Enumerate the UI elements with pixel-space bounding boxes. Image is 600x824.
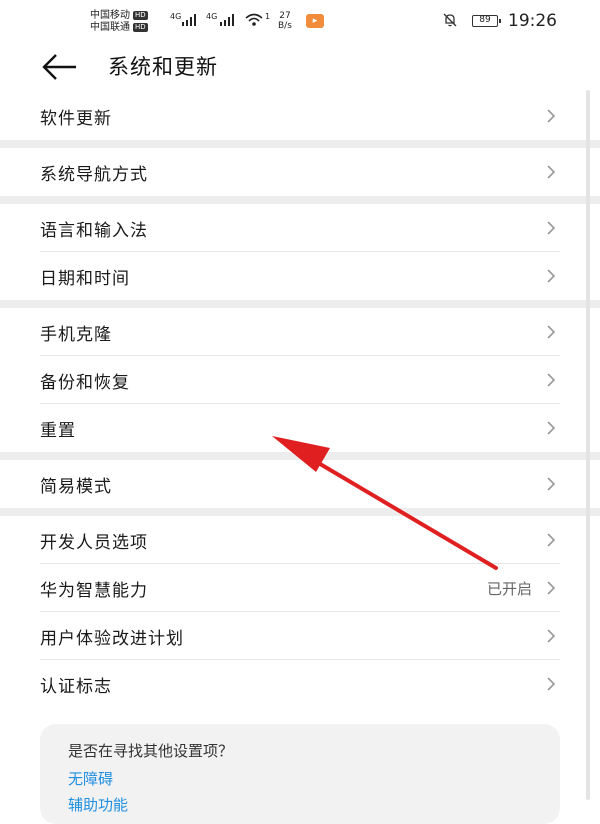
chevron-right-icon (547, 109, 556, 123)
wifi-subscript: 1 (265, 12, 271, 21)
group-backup: 手机克隆 备份和恢复 重置 (0, 308, 600, 452)
group-separator (0, 300, 600, 308)
bell-off-icon (443, 13, 457, 27)
hd-badge: HD (133, 22, 148, 32)
group-developer: 开发人员选项 华为智慧能力 已开启 用户体验改进计划 认证标志 (0, 516, 600, 708)
item-label: 重置 (40, 421, 76, 441)
backup-restore-item[interactable]: 备份和恢复 (0, 356, 600, 404)
speed-value: 27 (279, 11, 291, 21)
wifi-icon (245, 13, 263, 26)
group-separator (0, 452, 600, 460)
item-label: 语言和输入法 (40, 221, 148, 241)
chevron-right-icon (547, 221, 556, 235)
chevron-right-icon (547, 421, 556, 435)
developer-options-item[interactable]: 开发人员选项 (0, 516, 600, 564)
item-label: 开发人员选项 (40, 533, 148, 553)
carrier-info: 中国移动 HD 中国联通 HD (90, 10, 148, 34)
group-simple-mode: 简易模式 (0, 460, 600, 508)
speed-unit: B/s (278, 21, 292, 31)
software-update-item[interactable]: 软件更新 (0, 92, 600, 140)
item-label: 手机克隆 (40, 325, 112, 345)
battery-icon: 89 (472, 15, 501, 27)
notification-app-icon: ▸ (306, 14, 324, 28)
item-label: 备份和恢复 (40, 373, 130, 393)
item-label: 用户体验改进计划 (40, 629, 184, 649)
reset-item[interactable]: 重置 (0, 404, 600, 452)
accessibility-link[interactable]: 无障碍 (68, 768, 113, 789)
group-separator (0, 508, 600, 516)
item-status-value: 已开启 (486, 580, 532, 598)
huawei-intelligence-item[interactable]: 华为智慧能力 已开启 (0, 564, 600, 612)
signal-icon (220, 14, 236, 26)
signal-icon (182, 14, 198, 26)
item-label: 日期和时间 (40, 269, 130, 289)
certification-logos-item[interactable]: 认证标志 (0, 660, 600, 708)
date-time-item[interactable]: 日期和时间 (0, 252, 600, 300)
network-speed: 27 B/s (278, 11, 292, 31)
network-type-2: 4G (206, 12, 218, 21)
chevron-right-icon (547, 533, 556, 547)
carrier-1: 中国移动 (90, 10, 130, 21)
language-input-item[interactable]: 语言和输入法 (0, 204, 600, 252)
phone-clone-item[interactable]: 手机克隆 (0, 308, 600, 356)
group-navigation: 系统导航方式 (0, 148, 600, 196)
user-experience-item[interactable]: 用户体验改进计划 (0, 612, 600, 660)
carrier-2: 中国联通 (90, 22, 130, 33)
status-bar: 中国移动 HD 中国联通 HD 4G 4G 1 27 B/s ▸ 89 19:26 (0, 0, 600, 44)
clock: 19:26 (508, 11, 557, 31)
chevron-right-icon (547, 629, 556, 643)
chevron-right-icon (547, 581, 556, 595)
item-label: 软件更新 (40, 109, 112, 129)
suggestion-question: 是否在寻找其他设置项？ (68, 742, 234, 760)
item-label: 系统导航方式 (40, 165, 148, 185)
chevron-right-icon (547, 269, 556, 283)
group-update: 软件更新 (0, 92, 600, 140)
item-label: 简易模式 (40, 477, 112, 497)
page-title: 系统和更新 (108, 55, 218, 79)
page-header: 系统和更新 (0, 44, 600, 92)
chevron-right-icon (547, 677, 556, 691)
chevron-right-icon (547, 165, 556, 179)
network-type-1: 4G (170, 12, 182, 21)
arrow-left-icon[interactable] (40, 52, 80, 82)
assist-link[interactable]: 辅助功能 (68, 794, 128, 815)
suggestion-card: 是否在寻找其他设置项？ 无障碍 辅助功能 (40, 724, 560, 824)
navigation-mode-item[interactable]: 系统导航方式 (0, 148, 600, 196)
chevron-right-icon (547, 373, 556, 387)
simple-mode-item[interactable]: 简易模式 (0, 460, 600, 508)
group-language-time: 语言和输入法 日期和时间 (0, 204, 600, 300)
scrollbar[interactable] (586, 90, 590, 800)
item-label: 华为智慧能力 (40, 581, 148, 601)
group-separator (0, 140, 600, 148)
group-separator (0, 196, 600, 204)
chevron-right-icon (547, 477, 556, 491)
chevron-right-icon (547, 325, 556, 339)
hd-badge: HD (133, 10, 148, 20)
settings-list: 软件更新 系统导航方式 语言和输入法 日期和时间 手机克隆 备份和恢复 重置 简… (0, 92, 600, 708)
item-label: 认证标志 (40, 677, 112, 697)
